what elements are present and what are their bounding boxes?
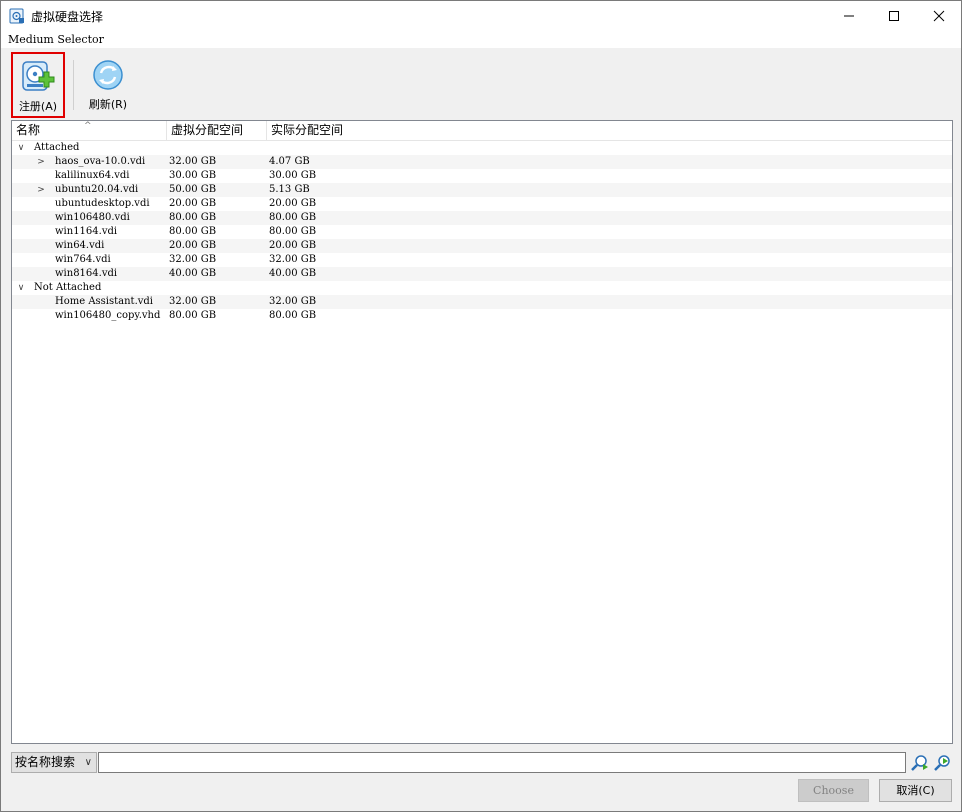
medium-selector-icon — [9, 8, 24, 24]
search-next-icon[interactable] — [932, 753, 952, 773]
virtual-size: 30.00 GB — [169, 170, 217, 181]
medium-name: haos_ova-10.0.vdi — [55, 156, 146, 167]
minimize-button[interactable] — [826, 1, 872, 31]
medium-name: win8164.vdi — [55, 268, 118, 279]
medium-name: win1164.vdi — [55, 226, 118, 237]
table-row[interactable]: win764.vdi 32.00 GB 32.00 GB — [12, 253, 952, 267]
minimize-icon — [844, 15, 854, 17]
table-row[interactable]: win8164.vdi 40.00 GB 40.00 GB — [12, 267, 952, 281]
actual-size: 80.00 GB — [269, 226, 317, 237]
toolbar: 注册(A) 刷新(R) — [1, 48, 961, 120]
virtual-size: 80.00 GB — [169, 310, 217, 321]
virtual-size: 50.00 GB — [169, 184, 217, 195]
hard-disk-add-icon — [22, 61, 55, 91]
actual-size: 4.07 GB — [269, 156, 310, 167]
search-previous-icon[interactable] — [909, 753, 929, 773]
actual-size: 80.00 GB — [269, 212, 317, 223]
medium-name: kalilinux64.vdi — [55, 170, 130, 181]
refresh-label: 刷新(R) — [88, 98, 128, 111]
toolbar-separator — [73, 60, 74, 110]
actual-size: 30.00 GB — [269, 170, 317, 181]
chevron-down-icon: ∨ — [84, 757, 92, 768]
search-mode-select[interactable]: 按名称搜索 ∨ — [11, 752, 97, 773]
table-row[interactable]: win64.vdi 20.00 GB 20.00 GB — [12, 239, 952, 253]
medium-name: win64.vdi — [55, 240, 105, 251]
actual-size: 40.00 GB — [269, 268, 317, 279]
virtual-size: 20.00 GB — [169, 240, 217, 251]
table-row[interactable]: ubuntudesktop.vdi 20.00 GB 20.00 GB — [12, 197, 952, 211]
medium-name: win106480_copy.vhd — [55, 310, 161, 321]
chevron-down-icon[interactable]: ∨ — [16, 141, 26, 155]
sort-ascending-icon: ^ — [84, 121, 92, 131]
medium-name: ubuntudesktop.vdi — [55, 198, 150, 209]
window-title: 虚拟硬盘选择 — [31, 10, 104, 24]
actual-size: 5.13 GB — [269, 184, 310, 195]
close-button[interactable] — [916, 1, 962, 31]
virtual-size: 32.00 GB — [169, 254, 217, 265]
medium-name: ubuntu20.04.vdi — [55, 184, 139, 195]
chevron-down-icon[interactable]: ∨ — [16, 281, 26, 295]
refresh-button[interactable]: 刷新(R) — [81, 52, 135, 118]
dialog-subtitle: Medium Selector — [8, 33, 104, 46]
search-input[interactable] — [98, 752, 906, 773]
dialog-body: Medium Selector 注册(A) 刷新(R) 名称 ^ 虚拟分配空间 … — [0, 31, 962, 812]
column-header-virtual-size[interactable]: 虚拟分配空间 — [167, 121, 267, 141]
close-icon — [933, 10, 945, 22]
table-row[interactable]: Home Assistant.vdi 32.00 GB 32.00 GB — [12, 295, 952, 309]
virtual-size: 20.00 GB — [169, 198, 217, 209]
table-row[interactable]: > ubuntu20.04.vdi 50.00 GB 5.13 GB — [12, 183, 952, 197]
table-row[interactable]: win1164.vdi 80.00 GB 80.00 GB — [12, 225, 952, 239]
register-label: 注册(A) — [18, 100, 58, 113]
maximize-button[interactable] — [871, 1, 917, 31]
virtual-size: 32.00 GB — [169, 296, 217, 307]
cancel-button[interactable]: 取消(C) — [879, 779, 952, 802]
group-label: Not Attached — [34, 282, 102, 293]
chevron-right-icon[interactable]: > — [36, 155, 46, 169]
group-row-attached[interactable]: ∨ Attached — [12, 141, 952, 155]
column-header-name-label: 名称 — [16, 123, 41, 137]
register-button[interactable]: 注册(A) — [11, 52, 65, 118]
choose-button[interactable]: Choose — [798, 779, 869, 802]
subtitle-bar: Medium Selector — [1, 31, 961, 48]
medium-name: win764.vdi — [55, 254, 111, 265]
chevron-right-icon[interactable]: > — [36, 183, 46, 197]
medium-name: win106480.vdi — [55, 212, 130, 223]
tree-rows: ∨ Attached > haos_ova-10.0.vdi 32.00 GB … — [12, 141, 952, 323]
actual-size: 20.00 GB — [269, 198, 317, 209]
column-header-actual-size[interactable]: 实际分配空间 — [267, 121, 357, 141]
actual-size: 32.00 GB — [269, 254, 317, 265]
group-label: Attached — [34, 142, 80, 153]
column-header-actual-size-label: 实际分配空间 — [271, 123, 344, 137]
virtual-size: 32.00 GB — [169, 156, 217, 167]
virtual-size: 80.00 GB — [169, 212, 217, 223]
group-row-not-attached[interactable]: ∨ Not Attached — [12, 281, 952, 295]
actual-size: 80.00 GB — [269, 310, 317, 321]
medium-name: Home Assistant.vdi — [55, 296, 154, 307]
medium-tree[interactable]: 名称 ^ 虚拟分配空间 实际分配空间 ∨ Attached > haos_ova… — [11, 120, 953, 744]
tree-header: 名称 ^ 虚拟分配空间 实际分配空间 — [12, 121, 952, 141]
table-row[interactable]: kalilinux64.vdi 30.00 GB 30.00 GB — [12, 169, 952, 183]
table-row[interactable]: win106480_copy.vhd 80.00 GB 80.00 GB — [12, 309, 952, 323]
table-row[interactable]: win106480.vdi 80.00 GB 80.00 GB — [12, 211, 952, 225]
column-header-virtual-size-label: 虚拟分配空间 — [171, 123, 244, 137]
virtual-size: 40.00 GB — [169, 268, 217, 279]
refresh-icon — [93, 60, 123, 90]
title-bar: 虚拟硬盘选择 — [0, 0, 962, 31]
virtual-size: 80.00 GB — [169, 226, 217, 237]
search-bar: 按名称搜索 ∨ — [11, 752, 953, 774]
search-mode-label: 按名称搜索 — [15, 755, 76, 769]
actual-size: 20.00 GB — [269, 240, 317, 251]
maximize-icon — [889, 11, 899, 21]
table-row[interactable]: > haos_ova-10.0.vdi 32.00 GB 4.07 GB — [12, 155, 952, 169]
actual-size: 32.00 GB — [269, 296, 317, 307]
